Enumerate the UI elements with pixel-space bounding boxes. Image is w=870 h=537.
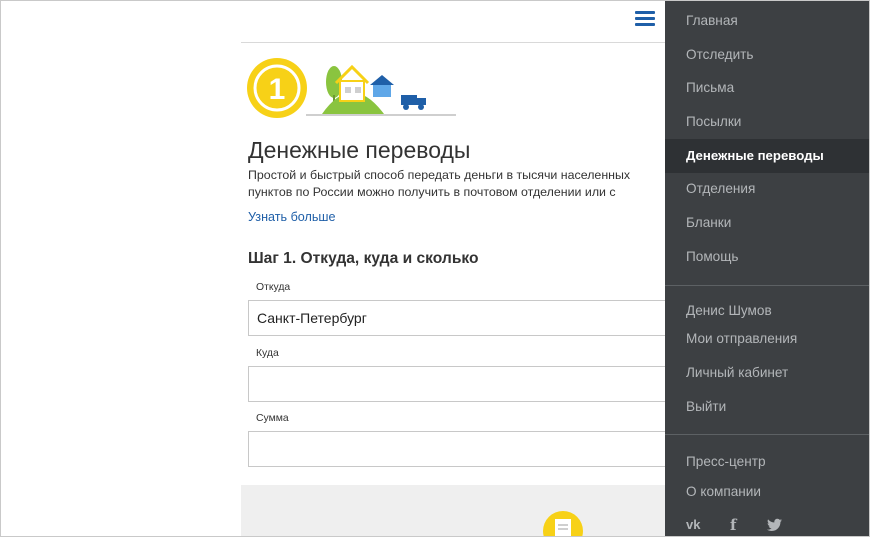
nav-item-home[interactable]: Главная xyxy=(665,4,869,38)
nav-divider xyxy=(665,285,869,286)
nav-item-press-center[interactable]: Пресс-центр xyxy=(665,445,869,479)
lower-section xyxy=(241,485,671,536)
amount-input[interactable] xyxy=(248,431,678,467)
nav-item-forms[interactable]: Бланки xyxy=(665,206,869,240)
nav-item-letters[interactable]: Письма xyxy=(665,71,869,105)
to-input[interactable] xyxy=(248,366,678,402)
to-label: Куда xyxy=(256,348,279,359)
from-label: Откуда xyxy=(256,282,291,293)
nav-item-track[interactable]: Отследить xyxy=(665,38,869,72)
twitter-icon[interactable] xyxy=(767,516,782,534)
vk-icon[interactable]: vk xyxy=(686,516,700,534)
nav-item-money-transfers[interactable]: Денежные переводы xyxy=(665,139,869,173)
nav-item-offices[interactable]: Отделения xyxy=(665,172,869,206)
nav-item-help[interactable]: Помощь xyxy=(665,240,869,274)
main-content: 1 Денежные переводы Простой и быстрый сп… xyxy=(241,1,678,536)
document-icon xyxy=(543,511,583,536)
hamburger-menu-icon[interactable] xyxy=(635,11,655,27)
browser-viewport: 1 Денежные переводы Простой и быстрый сп… xyxy=(0,0,870,537)
header-divider xyxy=(241,42,671,43)
amount-label: Сумма xyxy=(256,413,289,424)
coin-digit: 1 xyxy=(269,73,286,106)
nav-item-account[interactable]: Личный кабинет xyxy=(665,356,869,390)
social-icons: vk f xyxy=(686,516,806,534)
nav-drawer: Главная Отследить Письма Посылки Денежны… xyxy=(665,1,869,536)
nav-item-logout[interactable]: Выйти xyxy=(665,390,869,424)
money-transfer-illustration: 1 xyxy=(247,58,456,118)
facebook-icon[interactable]: f xyxy=(730,516,736,534)
from-input[interactable] xyxy=(248,300,678,336)
nav-item-parcels[interactable]: Посылки xyxy=(665,105,869,139)
nav-divider xyxy=(665,434,869,435)
nav-item-my-shipments[interactable]: Мои отправления xyxy=(665,322,869,356)
step-heading: Шаг 1. Откуда, куда и сколько xyxy=(248,250,479,267)
learn-more-link[interactable]: Узнать больше xyxy=(248,210,336,224)
page-title: Денежные переводы xyxy=(248,137,471,163)
page-description: Простой и быстрый способ передать деньги… xyxy=(248,168,631,199)
nav-item-about[interactable]: О компании xyxy=(665,475,869,509)
